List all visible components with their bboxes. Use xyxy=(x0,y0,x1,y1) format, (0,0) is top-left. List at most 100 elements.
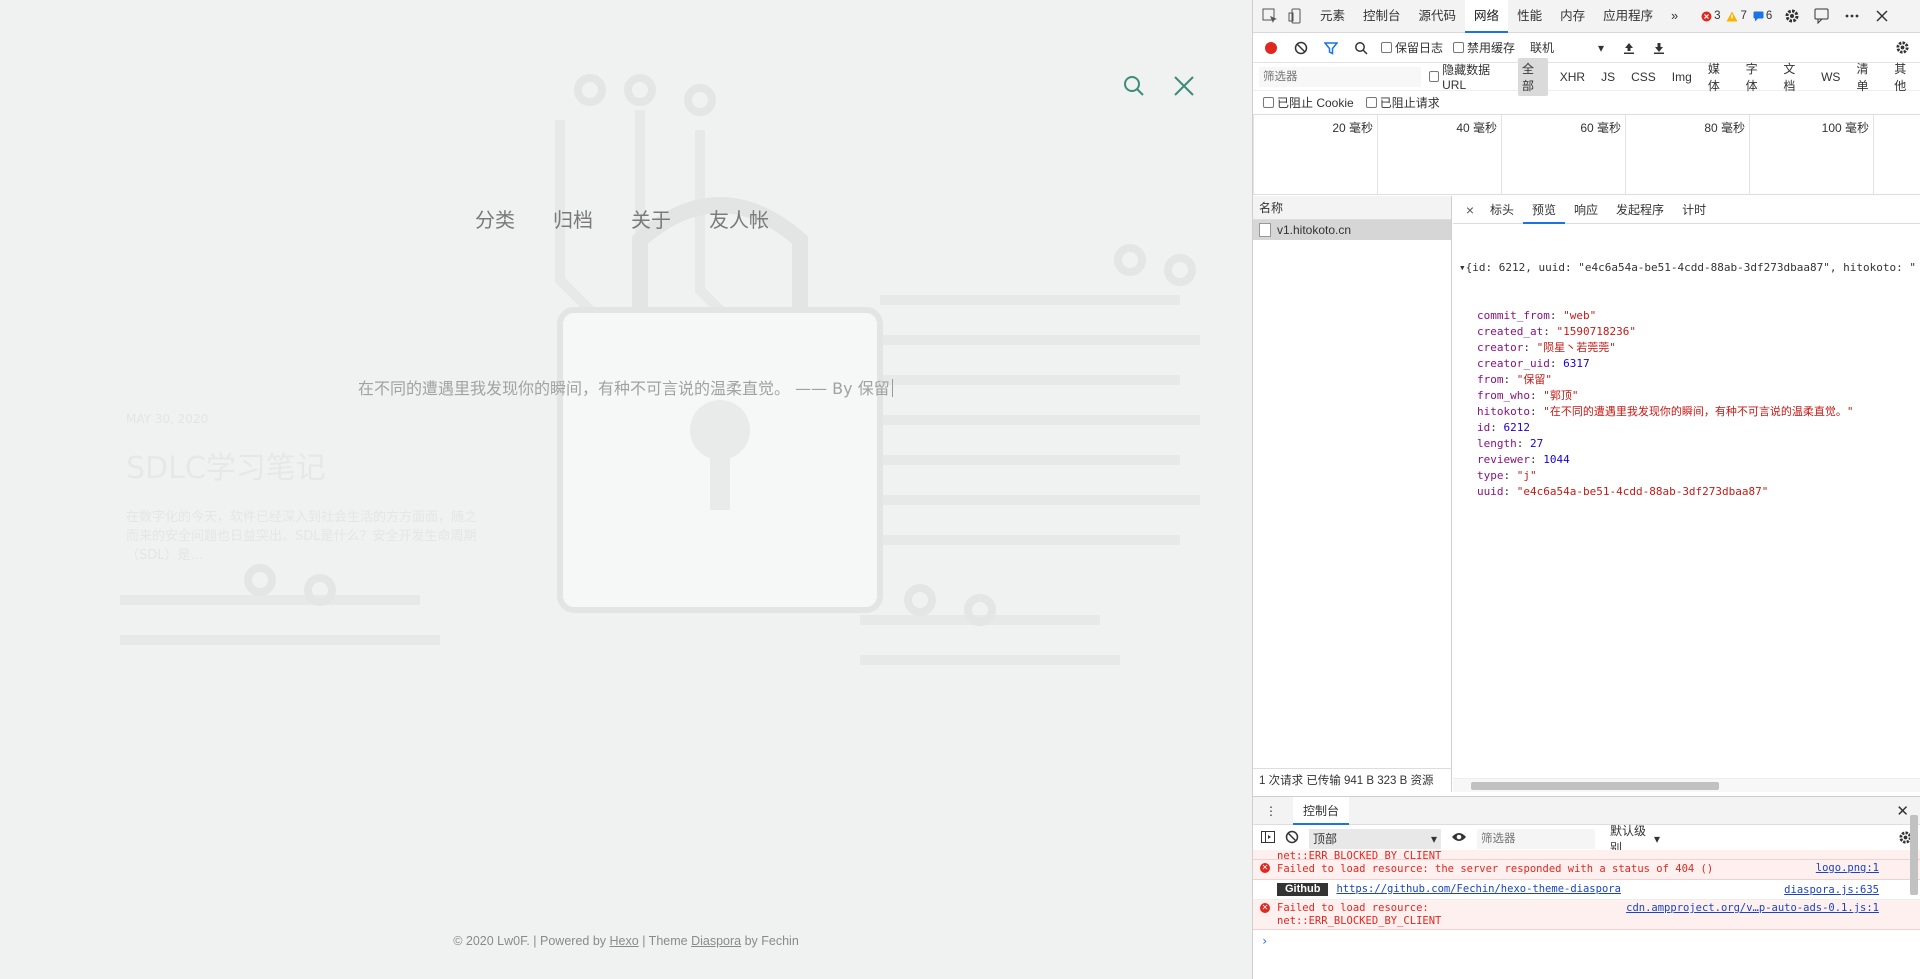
filter-type-media[interactable]: 媒体 xyxy=(1704,58,1734,96)
console-message-error: ✕ Failed to load resource: net::ERR_BLOC… xyxy=(1253,900,1920,930)
post-title[interactable]: SDLC学习笔记 xyxy=(126,443,326,487)
import-har-button[interactable] xyxy=(1619,38,1639,58)
hide-data-url-label: 隐藏数据 URL xyxy=(1442,63,1491,92)
json-summary-row[interactable]: ▾{id: 6212, uuid: "e4c6a54a-be51-4cdd-88… xyxy=(1459,260,1920,276)
json-separator: : xyxy=(1523,341,1537,354)
github-link[interactable]: https://github.com/Fechin/hexo-theme-dia… xyxy=(1336,883,1620,896)
tab-performance[interactable]: 性能 xyxy=(1508,0,1551,33)
issue-badges[interactable]: 3 7 6 xyxy=(1701,10,1772,22)
menu-item-about[interactable]: 关于 xyxy=(631,204,671,233)
json-value: "郭顶" xyxy=(1543,389,1579,402)
message-text: net::ERR_BLOCKED_BY_CLIENT xyxy=(1277,850,1442,860)
context-select[interactable]: 顶部 ▾ xyxy=(1309,828,1441,849)
export-har-button[interactable] xyxy=(1649,38,1669,58)
live-expression-eye-icon[interactable] xyxy=(1451,831,1467,846)
search-icon[interactable] xyxy=(1120,72,1148,100)
close-icon[interactable] xyxy=(1170,72,1198,100)
network-filter-bar-2: 已阻止 Cookie 已阻止请求 xyxy=(1253,91,1920,115)
disable-cache-checkbox[interactable]: 禁用缓存 xyxy=(1453,39,1515,56)
close-detail-icon[interactable]: × xyxy=(1459,202,1481,218)
scrollbar-thumb[interactable] xyxy=(1910,815,1918,895)
tab-console[interactable]: 控制台 xyxy=(1354,0,1410,33)
filter-type-xhr[interactable]: XHR xyxy=(1556,68,1589,86)
hide-data-url-checkbox[interactable]: 隐藏数据 URL xyxy=(1429,61,1510,92)
sidebar-toggle-icon[interactable] xyxy=(1261,830,1275,847)
detail-tab-preview[interactable]: 预览 xyxy=(1523,196,1566,224)
menu-item-categories[interactable]: 分类 xyxy=(475,204,515,233)
console-vertical-scrollbar[interactable] xyxy=(1907,805,1920,905)
tab-application[interactable]: 应用程序 xyxy=(1594,0,1662,33)
footer-mid: | Theme xyxy=(642,934,688,948)
more-drawer-icon[interactable]: ⋮ xyxy=(1261,804,1281,818)
filter-type-img[interactable]: Img xyxy=(1668,68,1696,86)
footer-hexo-link[interactable]: Hexo xyxy=(610,934,639,948)
detail-tab-initiator[interactable]: 发起程序 xyxy=(1607,196,1673,224)
message-source-link[interactable]: diaspora.js:635 xyxy=(1784,884,1879,897)
close-devtools-icon[interactable] xyxy=(1874,8,1890,24)
message-text-2: net::ERR_BLOCKED_BY_CLIENT xyxy=(1277,915,1442,927)
json-value: 27 xyxy=(1530,437,1544,450)
scrollbar-thumb[interactable] xyxy=(1471,782,1719,790)
log-level-select[interactable]: 默认级别 ▾ xyxy=(1605,824,1665,855)
name-column-header[interactable]: 名称 xyxy=(1253,196,1451,220)
device-toolbar-icon[interactable] xyxy=(1285,5,1307,27)
filter-type-ws[interactable]: WS xyxy=(1817,68,1844,86)
feedback-icon[interactable] xyxy=(1814,8,1830,24)
json-key: creator xyxy=(1477,341,1524,354)
clear-button[interactable] xyxy=(1291,38,1311,58)
blocked-requests-checkbox[interactable]: 已阻止请求 xyxy=(1365,94,1440,111)
settings-gear-icon[interactable] xyxy=(1784,8,1800,24)
more-tabs-button[interactable]: » xyxy=(1662,0,1687,33)
throttling-select[interactable]: 联机 ▾ xyxy=(1525,38,1609,58)
warning-badge[interactable]: 7 xyxy=(1726,10,1747,22)
network-settings-button[interactable] xyxy=(1892,38,1912,58)
tab-sources[interactable]: 源代码 xyxy=(1410,0,1466,33)
json-separator: : xyxy=(1503,373,1517,386)
horizontal-scrollbar[interactable] xyxy=(1453,778,1920,792)
blocked-cookies-checkbox[interactable]: 已阻止 Cookie xyxy=(1263,94,1354,111)
more-options-icon[interactable] xyxy=(1844,8,1860,24)
filter-type-all[interactable]: 全部 xyxy=(1517,57,1548,96)
detail-tab-headers[interactable]: 标头 xyxy=(1481,196,1523,224)
filter-type-font[interactable]: 字体 xyxy=(1742,58,1772,96)
message-source-link[interactable]: cdn.ampproject.org/v…p-auto-ads-0.1.js:1 xyxy=(1626,902,1879,915)
preserve-log-checkbox[interactable]: 保留日志 xyxy=(1381,39,1443,56)
request-row[interactable]: v1.hitokoto.cn xyxy=(1253,220,1451,240)
message-badge[interactable]: 6 xyxy=(1753,10,1772,22)
page-top-actions xyxy=(1120,72,1198,100)
message-text: Failed to load resource: the server resp… xyxy=(1277,863,1714,875)
filter-type-other[interactable]: 其他 xyxy=(1890,58,1920,96)
menu-item-friends[interactable]: 友人帐 xyxy=(709,204,769,233)
inspect-element-icon[interactable] xyxy=(1259,5,1281,27)
filter-type-doc[interactable]: 文档 xyxy=(1779,58,1809,96)
console-prompt[interactable]: › xyxy=(1253,930,1920,952)
network-filter-input[interactable] xyxy=(1259,66,1421,87)
tab-network[interactable]: 网络 xyxy=(1465,0,1509,33)
drawer-tab-console[interactable]: 控制台 xyxy=(1293,796,1350,825)
json-separator: : xyxy=(1549,309,1564,322)
timeline-tick-label: 40 毫秒 xyxy=(1456,121,1497,135)
detail-tab-response[interactable]: 响应 xyxy=(1565,196,1607,224)
filter-type-js[interactable]: JS xyxy=(1597,68,1619,86)
filter-type-manifest[interactable]: 清单 xyxy=(1852,58,1882,96)
search-network-button[interactable] xyxy=(1351,38,1371,58)
tab-memory[interactable]: 内存 xyxy=(1551,0,1594,33)
filter-toggle-button[interactable] xyxy=(1321,38,1341,58)
json-key: created_at xyxy=(1477,325,1544,338)
filter-type-css[interactable]: CSS xyxy=(1627,68,1660,86)
tab-elements[interactable]: 元素 xyxy=(1311,0,1354,33)
clear-console-icon[interactable] xyxy=(1285,830,1299,847)
console-filter-input[interactable] xyxy=(1477,828,1595,849)
error-badge[interactable]: 3 xyxy=(1701,10,1720,22)
detail-tab-timing[interactable]: 计时 xyxy=(1673,196,1715,224)
json-field-row: hitokoto: "在不同的遭遇里我发现你的瞬间，有种不可言说的温柔直觉。" xyxy=(1459,404,1920,420)
message-source-link[interactable]: logo.png:1 xyxy=(1816,862,1879,875)
json-value: "e4c6a54a-be51-4cdd-88ab-3df273dbaa87" xyxy=(1516,485,1769,498)
network-overview-timeline[interactable]: 20 毫秒 40 毫秒 60 毫秒 80 毫秒 100 毫秒 xyxy=(1253,115,1920,195)
post-excerpt: 在数字化的今天，软件已经深入到社会生活的方方面面，随之而来的安全问题也日益突出。… xyxy=(126,510,478,563)
record-button[interactable] xyxy=(1261,38,1281,58)
json-value: 6212 xyxy=(1503,421,1531,434)
menu-item-archives[interactable]: 归档 xyxy=(553,204,593,233)
footer-diaspora-link[interactable]: Diaspora xyxy=(691,934,741,948)
timeline-tick: 40 毫秒 xyxy=(1377,115,1501,195)
